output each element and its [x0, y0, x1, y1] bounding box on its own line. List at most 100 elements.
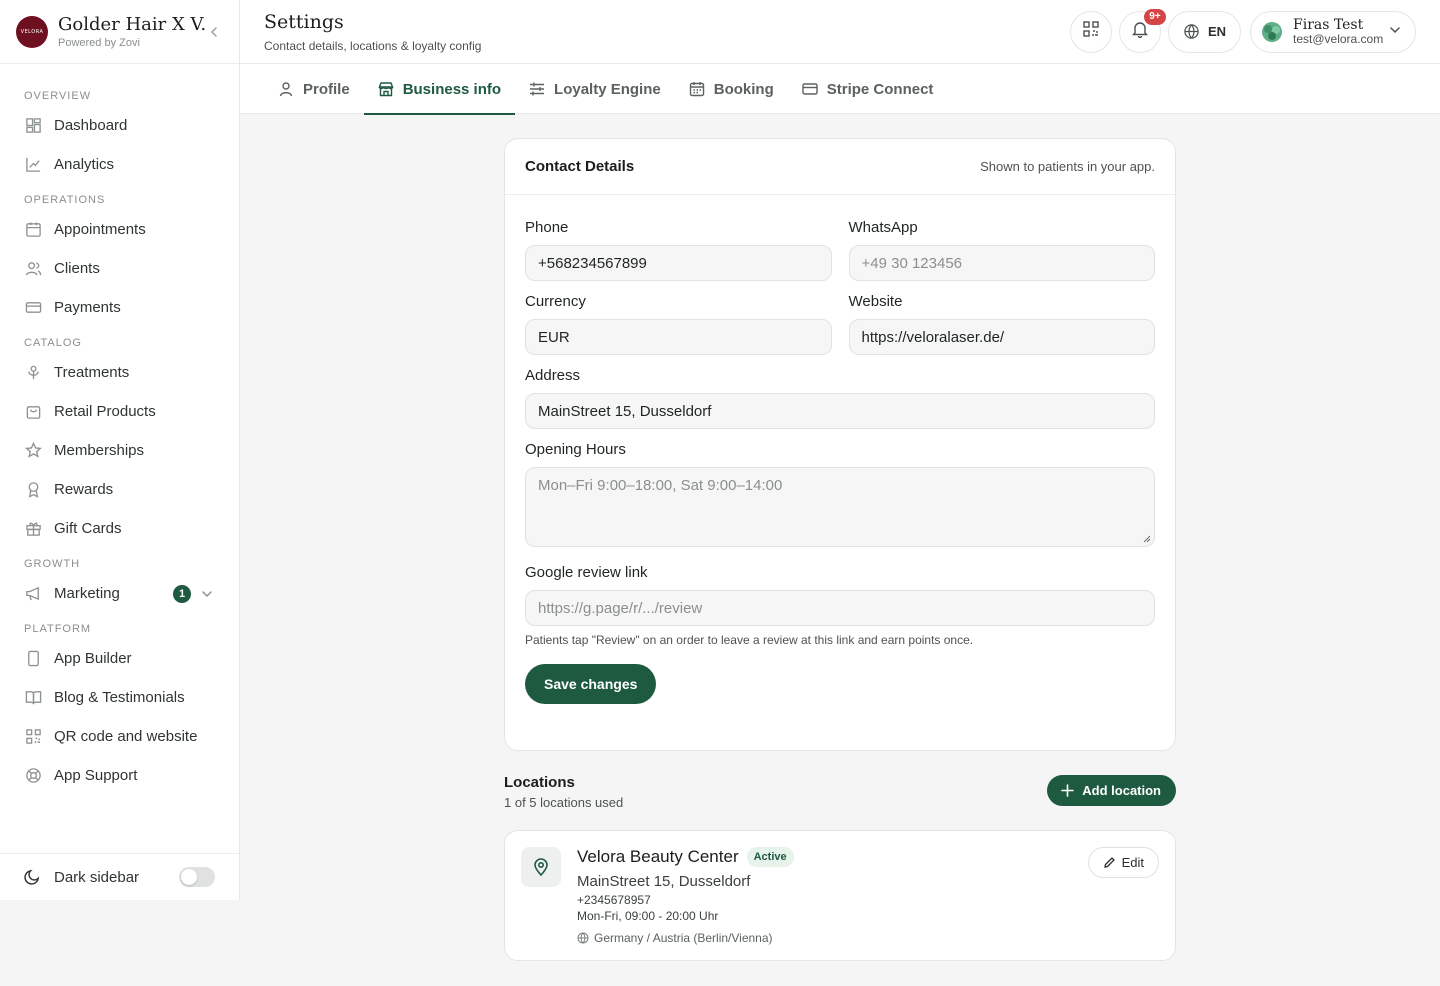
add-location-button[interactable]: Add location [1047, 775, 1176, 806]
qr-code-icon [1082, 20, 1100, 43]
sidebar-item-gift-cards[interactable]: Gift Cards [0, 509, 239, 548]
location-phone: +2345678957 [577, 893, 651, 907]
resize-grip-icon[interactable] [1143, 535, 1151, 543]
shopping-bag-icon [24, 403, 42, 421]
star-icon [24, 442, 42, 460]
credit-card-icon [802, 81, 818, 97]
location-name: Velora Beauty Center [577, 847, 739, 866]
tab-profile[interactable]: Profile [264, 64, 364, 114]
user-email: test@velora.com [1293, 31, 1384, 46]
website-label: Website [848, 293, 903, 310]
currency-field[interactable]: EUR [525, 319, 832, 355]
chevron-down-icon[interactable] [201, 587, 215, 601]
bell-icon [1131, 20, 1149, 43]
sidebar-item-memberships[interactable]: Memberships [0, 431, 239, 470]
sidebar-item-analytics[interactable]: Analytics [0, 145, 239, 184]
locations-usage: 1 of 5 locations used [504, 795, 624, 810]
address-field[interactable]: MainStreet 15, Dusseldorf [525, 393, 1155, 429]
status-badge: Active [746, 847, 794, 867]
dashboard-icon [24, 117, 42, 135]
chevron-down-icon [1389, 23, 1401, 41]
whatsapp-field[interactable]: +49 30 123456 [848, 245, 1155, 281]
phone-label: Phone [525, 219, 569, 236]
sidebar-item-app-support[interactable]: App Support [0, 756, 239, 795]
location-card: Velora Beauty Center Active MainStreet 1… [504, 830, 1176, 961]
collapse-sidebar-icon[interactable] [205, 23, 223, 41]
sidebar-item-blog-testimonials[interactable]: Blog & Testimonials [0, 678, 239, 717]
location-hours: Mon-Fri, 09:00 - 20:00 Uhr [577, 909, 719, 923]
book-icon [24, 689, 42, 707]
sidebar-item-payments[interactable]: Payments [0, 288, 239, 327]
sidebar-item-clients[interactable]: Clients [0, 249, 239, 288]
notification-count-badge: 9+ [1143, 8, 1166, 25]
sidebar-item-retail-products[interactable]: Retail Products [0, 392, 239, 431]
tab-label: Business info [402, 80, 502, 98]
credit-card-icon [24, 299, 42, 317]
sidebar-item-treatments[interactable]: Treatments [0, 353, 239, 392]
phone-field[interactable]: +568234567899 [525, 245, 832, 281]
opening-hours-field[interactable]: Mon–Fri 9:00–18:00, Sat 9:00–14:00 [525, 467, 1155, 547]
tab-label: Booking [713, 80, 774, 98]
currency-label: Currency [525, 293, 586, 310]
tab-label: Stripe Connect [826, 80, 934, 98]
sidebar-item-dashboard[interactable]: Dashboard [0, 106, 239, 145]
sidebar-footer: Dark sidebar [0, 853, 239, 900]
award-icon [24, 481, 42, 499]
sidebar-item-label: Appointments [54, 221, 146, 238]
chart-line-icon [24, 156, 42, 174]
opening-hours-label: Opening Hours [525, 441, 626, 458]
sidebar-item-label: Clients [54, 260, 100, 277]
sliders-icon [529, 81, 545, 97]
tab-loyalty-engine[interactable]: Loyalty Engine [515, 64, 675, 114]
user-name: Firas Test [1293, 16, 1364, 33]
user-icon [278, 81, 294, 97]
contact-form: Phone +568234567899 WhatsApp +49 30 1234… [505, 195, 1175, 704]
life-buoy-icon [24, 767, 42, 785]
sidebar-item-app-builder[interactable]: App Builder [0, 639, 239, 678]
gift-icon [24, 520, 42, 538]
brand-name: Golder Hair X V... [58, 14, 205, 35]
sidebar-item-label: Memberships [54, 442, 145, 459]
sidebar-item-rewards[interactable]: Rewards [0, 470, 239, 509]
sidebar-item-qr-code-website[interactable]: QR code and website [0, 717, 239, 756]
tab-booking[interactable]: Booking [675, 64, 788, 114]
sidebar-item-label: Dashboard [54, 117, 128, 134]
contact-card-note: Shown to patients in your app. [980, 159, 1155, 174]
tab-business-info[interactable]: Business info [363, 64, 516, 115]
edit-location-button[interactable]: Edit [1087, 847, 1159, 878]
contact-card-header: Contact Details Shown to patients in you… [505, 139, 1175, 195]
website-field[interactable]: https://veloralaser.de/ [848, 319, 1155, 355]
notifications-button[interactable]: 9+ [1118, 8, 1166, 53]
save-changes-button[interactable]: Save changes [525, 664, 657, 704]
sidebar: VELORA Golder Hair X V... Powered by Zov… [0, 0, 240, 900]
sidebar-item-label: Gift Cards [54, 520, 122, 537]
page-subtitle: Contact details, locations & loyalty con… [264, 38, 482, 53]
locations-title: Locations [504, 774, 575, 791]
nav-section-catalog: CATALOG [24, 337, 82, 349]
tab-label: Loyalty Engine [554, 80, 661, 98]
user-menu[interactable]: Firas Test test@velora.com [1250, 10, 1416, 53]
top-header: Settings Contact details, locations & lo… [240, 0, 1440, 64]
settings-tabs: Profile Business info Loyalty Engine Boo… [240, 64, 1440, 115]
sidebar-item-label: Treatments [54, 364, 130, 381]
opening-hours-placeholder: Mon–Fri 9:00–18:00, Sat 9:00–14:00 [538, 477, 783, 494]
language-selector[interactable]: EN [1167, 10, 1241, 53]
avatar [1262, 21, 1282, 42]
sidebar-item-marketing[interactable]: Marketing 1 [0, 574, 239, 613]
sidebar-item-label: Rewards [54, 481, 114, 498]
nav-section-platform: PLATFORM [24, 623, 92, 635]
dark-sidebar-label: Dark sidebar [54, 868, 140, 886]
nav-section-operations: OPERATIONS [24, 194, 106, 206]
calendar-icon [24, 221, 42, 239]
marketing-count-badge: 1 [173, 584, 191, 603]
qr-code-button[interactable] [1069, 10, 1112, 53]
smartphone-icon [24, 650, 42, 668]
contact-card-title: Contact Details [525, 158, 635, 175]
sidebar-item-appointments[interactable]: Appointments [0, 210, 239, 249]
tab-stripe-connect[interactable]: Stripe Connect [788, 64, 948, 114]
google-review-field[interactable]: https://g.page/r/.../review [525, 590, 1155, 626]
megaphone-icon [24, 585, 42, 603]
tab-label: Profile [303, 80, 350, 98]
sidebar-item-label: Retail Products [54, 403, 156, 420]
dark-sidebar-toggle[interactable] [179, 867, 215, 887]
